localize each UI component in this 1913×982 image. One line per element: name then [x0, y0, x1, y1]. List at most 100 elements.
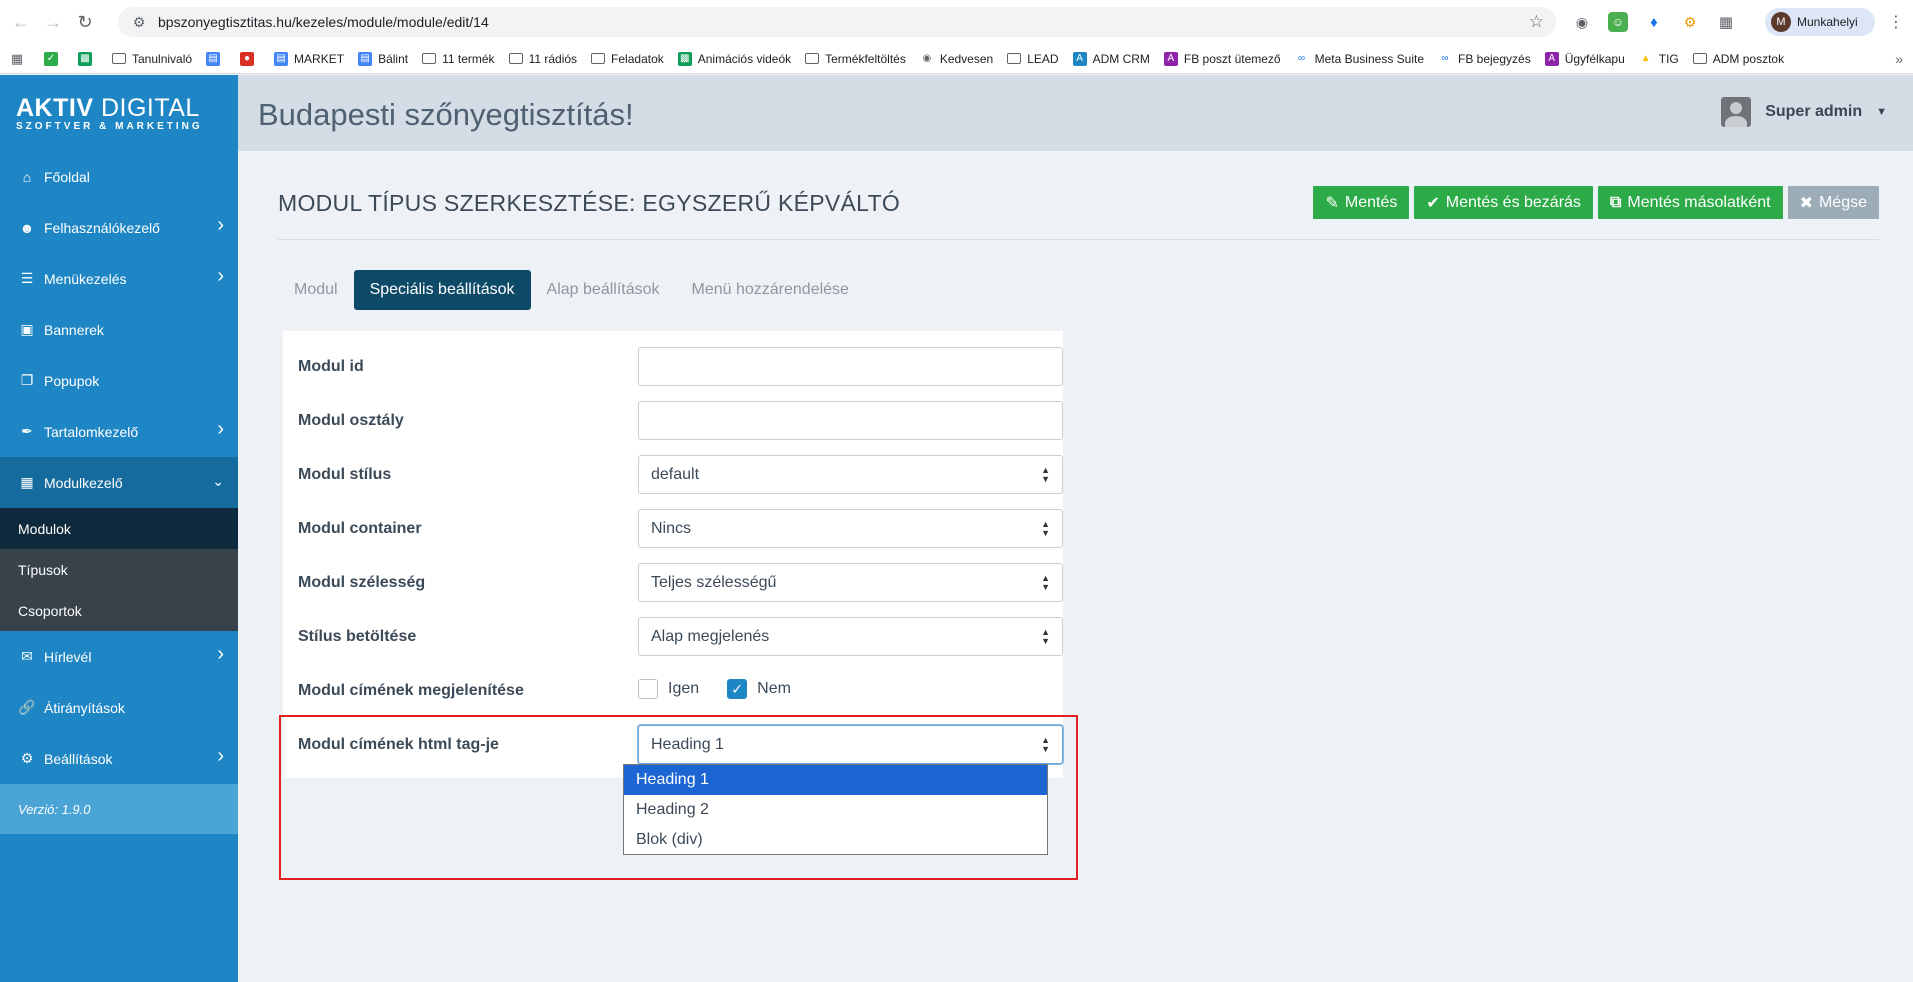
- bookmark-label: Ügyfélkapu: [1564, 51, 1625, 66]
- bookmark-item[interactable]: A ADM CRM: [1072, 51, 1150, 66]
- mentes-masolatkent-button[interactable]: ⧉ Mentés másolatként: [1597, 186, 1783, 219]
- sidebar-item-modulkezelo[interactable]: ▦ Modulkezelő ⌄: [0, 457, 238, 508]
- bookmark-item[interactable]: A Ügyfélkapu: [1544, 51, 1625, 66]
- sidebar-item-beallitasok[interactable]: ⚙ Beállítások ›: [0, 733, 238, 784]
- bookmark-item[interactable]: ∞ FB bejegyzés: [1438, 52, 1530, 66]
- bookmark-item[interactable]: ◉ Kedvesen: [920, 52, 993, 66]
- chevron-right-icon: ›: [217, 643, 224, 665]
- bookmark-label: Feladatok: [611, 51, 664, 66]
- sidebar-item-label: Modulkezelő: [44, 474, 123, 491]
- modul-container-label: Modul container: [298, 520, 422, 537]
- tab-specialis-beallitasok[interactable]: Speciális beállítások: [353, 270, 531, 310]
- top-header: Budapesti szőnyegtisztítás! Super admin …: [238, 75, 1913, 151]
- modul-container-select[interactable]: Nincs ▲ ▼: [638, 509, 1063, 548]
- sidebar-item-hirlevel[interactable]: ✉ Hírlevél ›: [0, 631, 238, 682]
- bookmark-item[interactable]: ▲ TIG: [1639, 52, 1679, 66]
- bookmark-item[interactable]: A FB poszt ütemező: [1163, 51, 1281, 66]
- users-icon: ☻: [19, 219, 35, 236]
- sidebar-item-atiranyitasok[interactable]: 🔗 Átirányítások: [0, 682, 238, 733]
- bookmark-item[interactable]: Feladatok: [591, 52, 664, 66]
- submenu-item-tipusok[interactable]: Típusok: [0, 549, 238, 590]
- modul-osztaly-input[interactable]: [638, 401, 1063, 440]
- camera-icon[interactable]: ◉: [1572, 12, 1592, 32]
- action-buttons: ✎ Mentés ✔ Mentés és bezárás ⧉ Mentés másolat…: [1308, 186, 1879, 219]
- bookmark-item[interactable]: ●: [240, 51, 260, 66]
- row-modul-stilus: Modul stílus default ▲ ▼: [298, 455, 1063, 495]
- sidebar-item-felhasznalokezelo[interactable]: ☻ Felhasználókezelő ›: [0, 202, 238, 253]
- nem-label[interactable]: Nem: [757, 680, 791, 698]
- tab-bar: Modul Speciális beállítások Alap beállítás…: [278, 270, 865, 310]
- extension-blue-icon[interactable]: ♦: [1644, 12, 1664, 32]
- profile-name: Munkahelyi: [1797, 15, 1858, 29]
- bookmark-item[interactable]: ▤: [206, 51, 226, 66]
- extension-orange-icon[interactable]: ⚙: [1680, 12, 1700, 32]
- user-menu[interactable]: Super admin ▼: [1721, 97, 1887, 127]
- browser-menu-icon[interactable]: ⋮: [1888, 12, 1904, 32]
- cim-megjelenitese-options: Igen ✓ Nem: [638, 679, 819, 699]
- checkbox-igen[interactable]: [638, 679, 658, 699]
- chevron-right-icon: ›: [217, 265, 224, 287]
- submenu-item-modulok[interactable]: Modulok: [0, 508, 238, 549]
- tab-modul[interactable]: Modul: [278, 270, 354, 310]
- url-text[interactable]: bpszonyegtisztitas.hu/kezeles/module/mod…: [158, 14, 489, 30]
- sidebar-item-popupok[interactable]: ❐ Popupok: [0, 355, 238, 406]
- bookmark-item[interactable]: ∞ Meta Business Suite: [1295, 52, 1424, 66]
- app-logo[interactable]: AKTIV DIGITAL SZOFTVER & MARKETING: [0, 75, 238, 151]
- bookmark-label: ADM posztok: [1712, 51, 1785, 66]
- reload-icon[interactable]: ↻: [72, 9, 98, 35]
- chevron-right-icon: ›: [217, 214, 224, 236]
- checkbox-nem[interactable]: ✓: [727, 679, 748, 699]
- sidebar-item-bannerek[interactable]: ▣ Bannerek: [0, 304, 238, 355]
- address-bar[interactable]: ⚙ bpszonyegtisztitas.hu/kezeles/module/m…: [118, 7, 1556, 37]
- sidebar-item-label: Beállítások: [44, 750, 113, 767]
- bookmark-label: LEAD: [1027, 51, 1059, 66]
- submenu-item-csoportok[interactable]: Csoportok: [0, 590, 238, 631]
- modul-szelesseg-select[interactable]: Teljes szélességű ▲ ▼: [638, 563, 1063, 602]
- modul-stilus-select[interactable]: default ▲ ▼: [638, 455, 1063, 494]
- modul-id-input[interactable]: [638, 347, 1063, 386]
- bookmark-item[interactable]: LEAD: [1007, 51, 1059, 66]
- bookmark-item[interactable]: 11 rádiós: [508, 52, 577, 66]
- forward-icon[interactable]: →: [40, 9, 66, 35]
- bookmark-item[interactable]: Tanulnivaló: [112, 52, 192, 66]
- link-icon: 🔗: [18, 699, 36, 715]
- tab-alap-beallitasok[interactable]: Alap beállítások: [531, 270, 676, 310]
- profile-button[interactable]: M Munkahelyi: [1765, 8, 1875, 36]
- site-info-icon[interactable]: ⚙: [124, 14, 154, 31]
- bookmark-item[interactable]: ✓: [44, 51, 64, 66]
- bookmark-label: Animációs videók: [697, 51, 792, 66]
- banner-icon: ▣: [20, 321, 34, 337]
- bookmark-star-icon[interactable]: ☆: [1529, 12, 1544, 32]
- bookmarks-overflow-icon[interactable]: »: [1895, 51, 1903, 67]
- logo-rest: DIGITAL: [93, 94, 200, 122]
- apps-grid-icon[interactable]: ▦: [10, 51, 30, 66]
- bookmark-item[interactable]: 11 termék: [422, 52, 495, 66]
- bookmark-item[interactable]: ▤ Bálint: [358, 51, 408, 66]
- row-stilus-betoltese: Stílus betöltése Alap megjelenés ▲ ▼: [298, 617, 1063, 657]
- mentes-button[interactable]: ✎ Mentés: [1313, 186, 1410, 219]
- stilus-betoltese-select[interactable]: Alap megjelenés ▲ ▼: [638, 617, 1063, 656]
- megse-button[interactable]: ✖ Mégse: [1787, 186, 1879, 219]
- chevron-right-icon: ›: [217, 745, 224, 767]
- bookmark-label: Kedvesen: [939, 51, 994, 66]
- bookmark-item[interactable]: ADM posztok: [1692, 51, 1785, 66]
- bookmark-label: MARKET: [294, 51, 345, 66]
- sidebar-item-tartalomkezelo[interactable]: ✒ Tartalomkezelő ›: [0, 406, 238, 457]
- extension-green-icon[interactable]: ☺: [1608, 12, 1628, 32]
- modul-id-label: Modul id: [298, 358, 364, 375]
- bookmark-item[interactable]: ▩ Animációs videók: [677, 51, 792, 66]
- extensions-puzzle-icon[interactable]: ▦: [1716, 12, 1736, 32]
- mentes-es-bezaras-button[interactable]: ✔ Mentés és bezárás: [1414, 186, 1593, 219]
- bookmark-item[interactable]: ▤ MARKET: [274, 51, 345, 66]
- bookmark-item[interactable]: Termékfeltöltés: [805, 52, 906, 66]
- button-label: Mentés másolatként: [1627, 193, 1771, 211]
- site-title: Budapesti szőnyegtisztítás!: [258, 97, 634, 132]
- sidebar-item-label: Bannerek: [44, 321, 104, 338]
- back-icon[interactable]: ←: [8, 9, 34, 35]
- bookmark-item[interactable]: ▩: [78, 51, 98, 66]
- tab-menu-hozzarendelese[interactable]: Menü hozzárendelése: [676, 270, 865, 310]
- sidebar-item-fooldal[interactable]: ⌂ Főoldal: [0, 151, 238, 202]
- igen-label[interactable]: Igen: [668, 680, 699, 698]
- feather-icon: ✒: [21, 423, 33, 439]
- sidebar-item-menukezeles[interactable]: ☰ Menükezelés ›: [0, 253, 238, 304]
